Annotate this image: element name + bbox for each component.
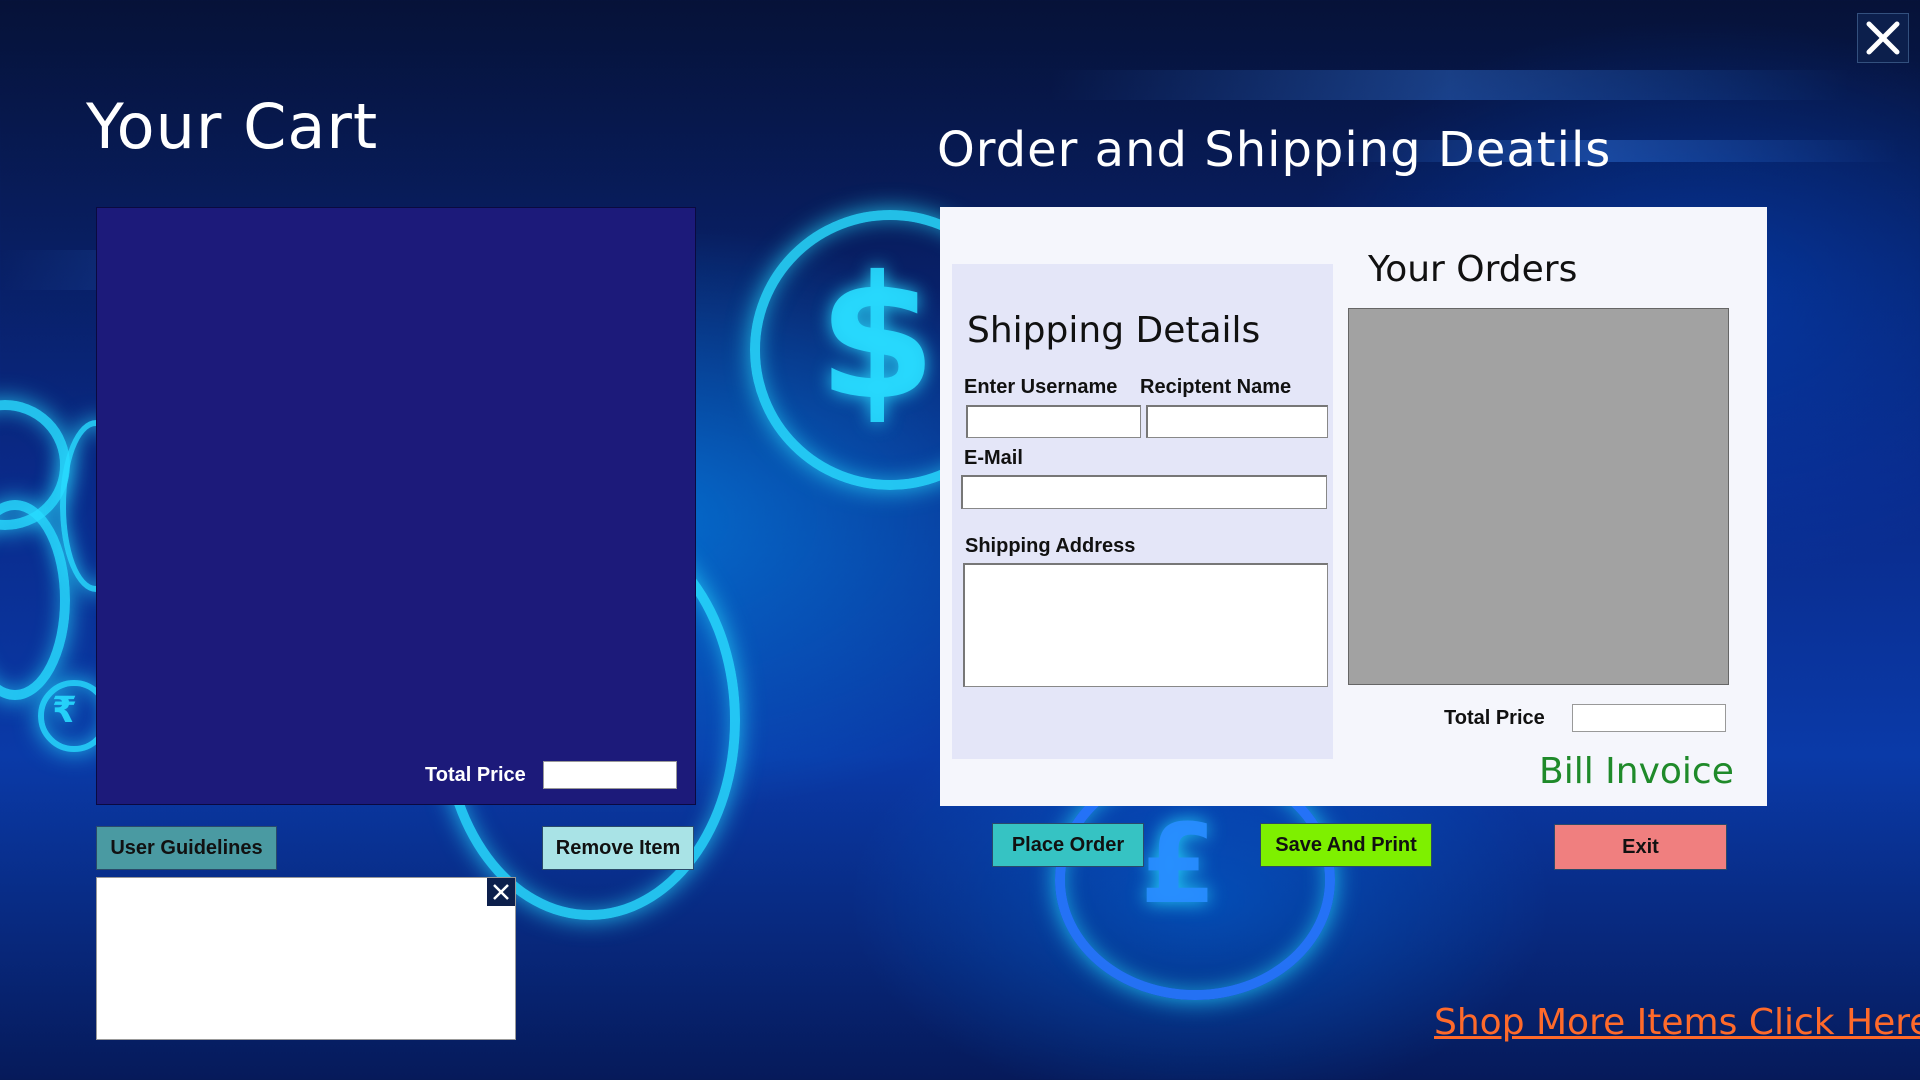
shipping-address-field[interactable] (963, 563, 1328, 687)
user-guidelines-box (96, 877, 516, 1040)
bill-invoice-link[interactable]: Bill Invoice (1539, 751, 1734, 792)
cart-items-panel[interactable]: Total Price (96, 207, 696, 805)
recipient-name-label: Reciptent Name (1140, 376, 1292, 398)
close-window-button[interactable] (1857, 13, 1909, 63)
close-x-icon (1866, 21, 1900, 55)
cart-total-price-label: Total Price (425, 764, 526, 786)
email-label: E-Mail (964, 447, 1023, 469)
user-guidelines-button[interactable]: User Guidelines (96, 826, 277, 870)
email-field[interactable] (961, 475, 1327, 509)
guidelines-close-button[interactable] (487, 878, 515, 906)
username-field[interactable] (966, 405, 1141, 438)
recipient-name-field[interactable] (1146, 405, 1328, 438)
order-shipping-title: Order and Shipping Deatils (937, 122, 1612, 178)
place-order-button[interactable]: Place Order (992, 823, 1144, 867)
cart-total-price-field[interactable] (543, 761, 677, 789)
remove-item-button[interactable]: Remove Item (542, 826, 694, 870)
order-panel: Shipping Details Enter Username Recipten… (940, 207, 1767, 806)
save-and-print-button[interactable]: Save And Print (1260, 823, 1432, 867)
close-x-icon (493, 884, 509, 900)
your-orders-title: Your Orders (1368, 249, 1578, 290)
shipping-details-title: Shipping Details (967, 310, 1261, 351)
orders-total-price-label: Total Price (1444, 707, 1545, 729)
exit-button[interactable]: Exit (1554, 824, 1727, 870)
shipping-details-panel: Shipping Details Enter Username Recipten… (952, 264, 1333, 759)
cart-title: Your Cart (86, 90, 379, 163)
orders-total-price-field[interactable] (1572, 704, 1726, 732)
orders-list[interactable] (1348, 308, 1729, 685)
shop-more-items-link[interactable]: Shop More Items Click Here (1434, 1002, 1920, 1043)
username-label: Enter Username (964, 376, 1118, 398)
shipping-address-label: Shipping Address (965, 535, 1136, 557)
